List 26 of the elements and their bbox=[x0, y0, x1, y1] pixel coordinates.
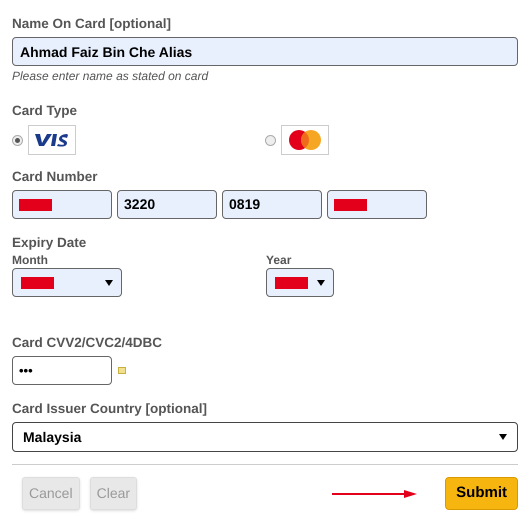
visa-logo-icon bbox=[28, 125, 76, 155]
field-label: Card Number bbox=[12, 169, 99, 185]
card-number-field[interactable]: 3220 bbox=[117, 190, 217, 219]
year-dropdown[interactable] bbox=[266, 268, 334, 297]
field-label: Expiry Date bbox=[12, 235, 88, 251]
field-label: Card Issuer Country [optional] bbox=[12, 401, 208, 417]
mastercard-logo-icon bbox=[281, 125, 329, 155]
caret-icon bbox=[499, 433, 507, 441]
radio-button[interactable] bbox=[265, 134, 276, 146]
field-label: Card CVV2/CVC2/4DBC bbox=[12, 335, 164, 351]
field-label: Year bbox=[266, 253, 292, 267]
submit-button[interactable]: Submit bbox=[445, 477, 518, 510]
field-label: Month bbox=[12, 253, 49, 267]
card-number-field[interactable] bbox=[12, 190, 112, 219]
field-label: Card Type bbox=[12, 103, 78, 119]
cvv-input-field[interactable]: ••• bbox=[12, 356, 112, 385]
caret-icon bbox=[105, 278, 113, 286]
card-number-field[interactable] bbox=[327, 190, 427, 219]
country-dropdown[interactable]: Malaysia bbox=[12, 422, 518, 452]
card-number-field[interactable]: 0819 bbox=[222, 190, 322, 219]
radio-button[interactable] bbox=[12, 134, 23, 146]
month-dropdown[interactable] bbox=[12, 268, 122, 297]
caret-icon bbox=[317, 278, 325, 286]
hint-text: Please enter name as stated on card bbox=[12, 69, 210, 83]
field-label: Name On Card [optional] bbox=[12, 16, 172, 32]
name-input-field[interactable]: Ahmad Faiz Bin Che Alias bbox=[12, 37, 518, 66]
